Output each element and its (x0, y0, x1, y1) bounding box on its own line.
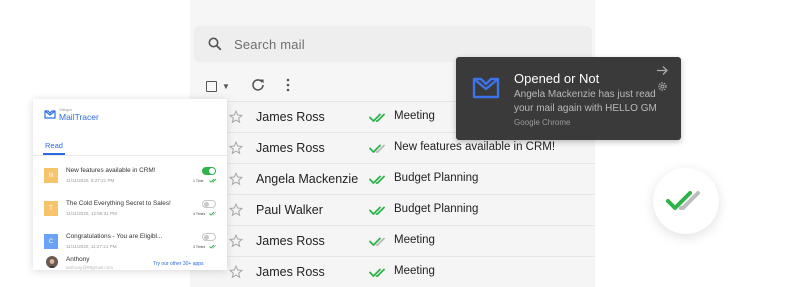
star-icon[interactable] (229, 141, 243, 155)
tracking-toggle[interactable] (202, 200, 216, 208)
tracking-toggle[interactable] (202, 233, 216, 241)
try-apps-link[interactable]: Try our other 30+ apps (153, 261, 204, 267)
avatar: C (44, 234, 58, 249)
email-row[interactable]: James Ross Meeting (190, 225, 595, 256)
email-sender: Angela Mackenzie (256, 172, 359, 186)
read-tick-icon (369, 175, 385, 184)
more-options-icon[interactable] (285, 78, 291, 92)
email-subject: Meeting (394, 234, 435, 246)
tracked-email-date: 11/11/2020, 12:56:31 PM (66, 211, 117, 216)
email-sender: James Ross (256, 265, 325, 279)
email-row[interactable]: Paul Walker Budget Planning (190, 194, 595, 225)
read-tick-icon (209, 244, 217, 249)
sender-name: Anthony (66, 256, 90, 263)
read-tick-icon (369, 113, 385, 122)
read-status-bubble (653, 168, 719, 234)
email-subject: Budget Planning (394, 172, 479, 184)
refresh-icon[interactable] (251, 78, 265, 92)
star-icon[interactable] (229, 265, 243, 279)
mailtracer-panel: Gblogco MailTracer Read N New features av… (33, 99, 227, 270)
arrow-right-icon[interactable] (656, 65, 669, 76)
sender-email: anthony@99gmail.com (66, 265, 114, 270)
read-tick-icon (209, 211, 217, 216)
select-dropdown-icon[interactable]: ▼ (222, 82, 230, 91)
open-count: 3 Times (193, 245, 206, 249)
star-icon[interactable] (229, 172, 243, 186)
toolbar: ▼ (206, 76, 230, 96)
tab-read[interactable]: Read (45, 141, 63, 150)
tracked-email-subject: The Cold Everything Secret to Sales! (66, 200, 171, 207)
notification-toast[interactable]: Opened or Not Angela Mackenzie has just … (456, 57, 681, 140)
tracked-email-subject: Congratulations - You are Eligibl... (66, 233, 163, 240)
avatar: T (44, 201, 58, 216)
divider (33, 155, 227, 156)
star-icon[interactable] (229, 203, 243, 217)
email-subject: Budget Planning (394, 203, 479, 215)
star-icon[interactable] (229, 110, 243, 124)
tracking-toggle[interactable] (202, 167, 216, 175)
email-subject: New features available in CRM! (394, 141, 556, 153)
avatar: N (44, 168, 58, 183)
gear-icon[interactable] (657, 81, 668, 92)
mailtracer-logo-icon (44, 110, 56, 119)
logo-text: MailTracer (59, 112, 99, 122)
select-all-checkbox[interactable] (206, 80, 217, 92)
read-tick-icon (369, 268, 385, 277)
open-count: 1 Time (193, 179, 204, 183)
mail-tracker-icon (472, 77, 500, 99)
read-tick-icon (369, 206, 385, 215)
tracked-email-item[interactable]: N New features available in CRM! 11/11/202… (33, 161, 227, 193)
notification-source: Google Chrome (514, 118, 571, 127)
email-row[interactable]: Angela Mackenzie Budget Planning (190, 163, 595, 194)
tracked-email-date: 11/11/2020, 11:27:21 PM (66, 244, 117, 249)
search-input[interactable]: Search mail (234, 37, 305, 52)
star-icon[interactable] (229, 234, 243, 248)
search-icon (208, 37, 222, 51)
email-sender: Paul Walker (256, 203, 323, 217)
notification-body: Angela Mackenzie has just read your mail… (514, 89, 657, 114)
email-subject: Meeting (394, 110, 435, 122)
tracked-email-item[interactable]: T The Cold Everything Secret to Sales! 11/… (33, 194, 227, 226)
double-tick-icon (666, 191, 700, 210)
read-tick-icon (369, 237, 385, 246)
tracked-email-subject: New features available in CRM! (66, 167, 156, 174)
avatar (46, 256, 58, 268)
tracked-email-date: 11/11/2020, 6:27:21 PM (66, 178, 115, 183)
email-row[interactable]: James Ross Meeting (190, 256, 595, 287)
email-sender: James Ross (256, 234, 325, 248)
email-subject: Meeting (394, 265, 435, 277)
tracked-email-item[interactable]: C Congratulations - You are Eligibl... 11/… (33, 227, 227, 259)
email-sender: James Ross (256, 110, 325, 124)
read-tick-icon (209, 178, 217, 183)
email-sender: James Ross (256, 141, 325, 155)
read-tick-icon (369, 144, 385, 153)
open-count: 4 Times (193, 212, 206, 216)
notification-title: Opened or Not (514, 71, 600, 86)
